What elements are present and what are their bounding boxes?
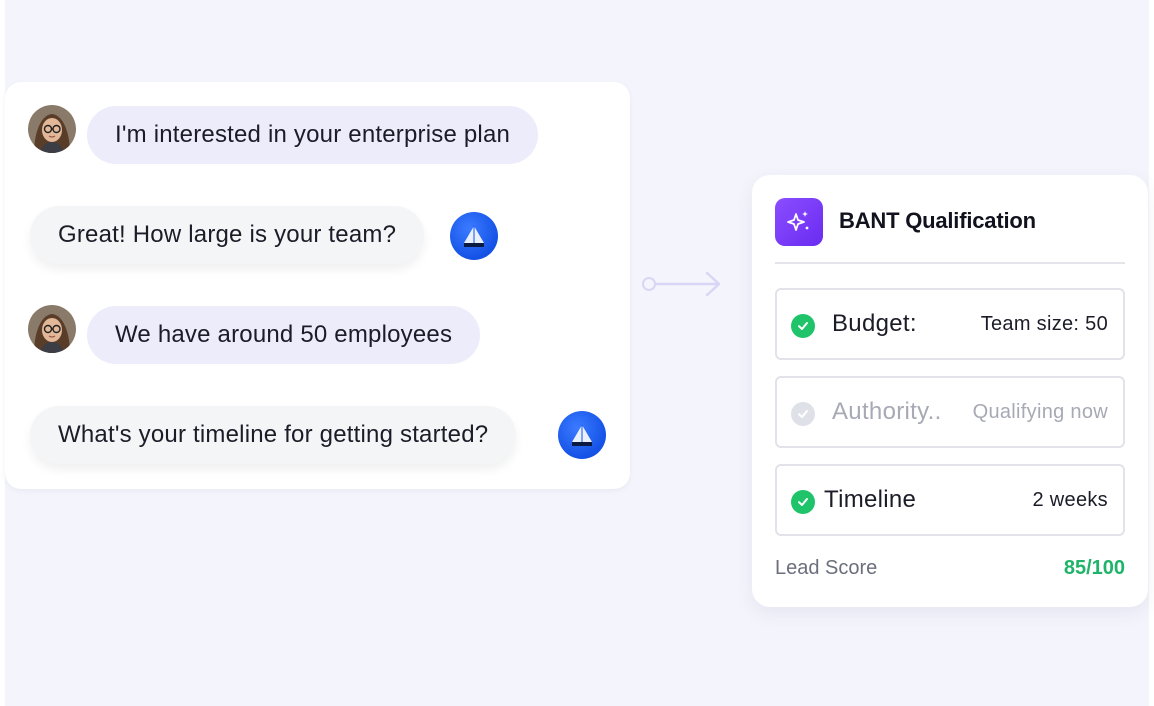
row-label: Timeline: [824, 486, 917, 513]
chat-panel: I'm interested in your enterprise plan G…: [5, 82, 630, 489]
bant-qualification-card: BANT Qualification Budget: Team size: 50…: [752, 175, 1148, 607]
lead-score-value: 85/100: [1063, 557, 1125, 579]
bot-message-bubble: Great! How large is your team?: [30, 206, 425, 264]
bot-message-bubble: What's your timeline for getting started…: [30, 406, 517, 464]
bant-row-timeline: Timeline 2 weeks: [775, 464, 1125, 536]
bant-row-authority: Authority.. Qualifying now: [775, 376, 1125, 448]
bot-avatar: [450, 212, 498, 260]
check-circle-icon: [791, 490, 815, 514]
lead-score-label: Lead Score: [775, 557, 878, 579]
row-label: Budget:: [832, 310, 917, 337]
bot-avatar: [558, 411, 606, 459]
user-avatar: [28, 105, 76, 153]
row-value: Team size: 50: [980, 313, 1108, 335]
card-title: BANT Qualification: [839, 208, 1036, 233]
row-value: Qualifying now: [972, 401, 1108, 423]
bant-row-budget: Budget: Team size: 50: [775, 288, 1125, 360]
divider: [775, 262, 1125, 264]
check-circle-icon: [791, 402, 815, 426]
sparkles-icon: [775, 198, 823, 246]
user-avatar: [28, 305, 76, 353]
check-circle-icon: [791, 314, 815, 338]
row-label: Authority..: [832, 398, 942, 425]
row-value: 2 weeks: [1032, 489, 1108, 511]
arrow-right-icon: [642, 271, 721, 297]
user-message-bubble: We have around 50 employees: [87, 306, 481, 364]
user-message-bubble: I'm interested in your enterprise plan: [87, 106, 539, 164]
